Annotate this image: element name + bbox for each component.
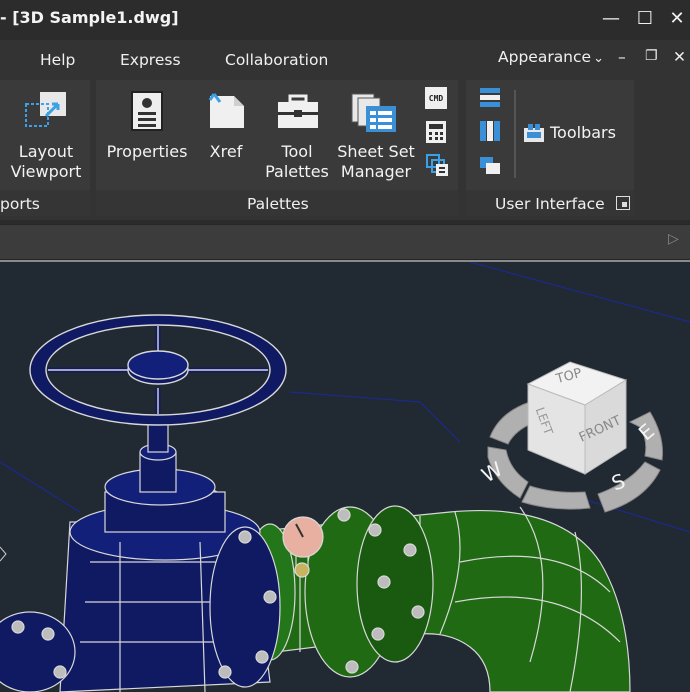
- minimize-button[interactable]: —: [596, 5, 626, 33]
- sheet-set-icon: [351, 93, 396, 132]
- toolbars-icon: [524, 124, 544, 142]
- layout-viewport-button[interactable]: Layout Viewport: [4, 88, 88, 184]
- title-bar: - [3D Sample1.dwg] — ☐ ✕: [0, 0, 690, 40]
- horizontal-tile-icon: [480, 88, 500, 107]
- mdi-close-button[interactable]: ✕: [673, 48, 686, 66]
- menu-help[interactable]: Help: [40, 51, 75, 69]
- window-title: - [3D Sample1.dwg]: [0, 8, 179, 27]
- expand-arrow-icon[interactable]: ▷: [668, 231, 679, 247]
- command-line-icon: CMD: [425, 87, 447, 109]
- toolbars-button[interactable]: Toolbars: [522, 122, 626, 146]
- sheet-set-manager-button[interactable]: Sheet Set Manager: [336, 88, 416, 184]
- flange-green: [304, 505, 434, 678]
- layout-viewport-label-2: Viewport: [10, 162, 82, 181]
- command-line-button[interactable]: CMD: [423, 85, 451, 113]
- chevron-down-icon: ⌄: [593, 51, 604, 66]
- appearance-menu[interactable]: Appearance ⌄: [498, 48, 604, 66]
- toolbars-label: Toolbars: [550, 123, 616, 142]
- layout-viewport-icon: [25, 92, 66, 127]
- calculator-button[interactable]: [423, 118, 451, 146]
- calculator-icon: [426, 121, 446, 143]
- command-strip: ▷: [0, 224, 690, 260]
- 3d-model-drawing: [0, 262, 690, 692]
- panel-launcher-icon[interactable]: [616, 196, 630, 210]
- tool-palettes-label-2: Palettes: [265, 162, 329, 181]
- properties-label: Properties: [106, 142, 188, 161]
- handwheel: [29, 314, 287, 426]
- layers-button[interactable]: [423, 151, 451, 179]
- sheet-set-label-2: Manager: [340, 162, 412, 181]
- xref-button[interactable]: Xref: [196, 88, 256, 184]
- menu-express[interactable]: Express: [120, 51, 181, 69]
- tile-horizontal-button[interactable]: [478, 86, 504, 112]
- mdi-minimize-button[interactable]: –: [618, 48, 626, 66]
- valve-body: [0, 381, 281, 692]
- cascade-button[interactable]: [478, 154, 504, 180]
- toolbox-icon: [278, 94, 318, 128]
- properties-button[interactable]: Properties: [104, 88, 190, 184]
- appearance-label: Appearance: [498, 48, 592, 66]
- sheet-set-label-1: Sheet Set: [337, 142, 415, 161]
- tile-vertical-button[interactable]: [478, 120, 504, 146]
- viewports-panel-title: ports: [0, 195, 40, 213]
- layout-viewport-label-1: Layout: [18, 142, 74, 161]
- tool-palettes-label-1: Tool: [281, 142, 313, 161]
- panel-divider: [514, 90, 516, 178]
- xref-label: Xref: [209, 142, 243, 161]
- layers-icon: [426, 154, 448, 176]
- palettes-panel-title: Palettes: [247, 195, 309, 213]
- vertical-tile-icon: [480, 121, 500, 141]
- xref-icon: [208, 93, 244, 128]
- mdi-restore-button[interactable]: ❐: [645, 48, 658, 64]
- tool-palettes-button[interactable]: Tool Palettes: [262, 88, 332, 184]
- drawing-viewport[interactable]: TOP FRONT LEFT W S E: [0, 260, 690, 692]
- properties-icon: [131, 91, 163, 131]
- menu-collaboration[interactable]: Collaboration: [225, 51, 328, 69]
- close-button[interactable]: ✕: [662, 5, 690, 33]
- cascade-icon: [480, 157, 500, 174]
- user-interface-panel-title: User Interface: [495, 195, 605, 213]
- maximize-button[interactable]: ☐: [630, 5, 660, 33]
